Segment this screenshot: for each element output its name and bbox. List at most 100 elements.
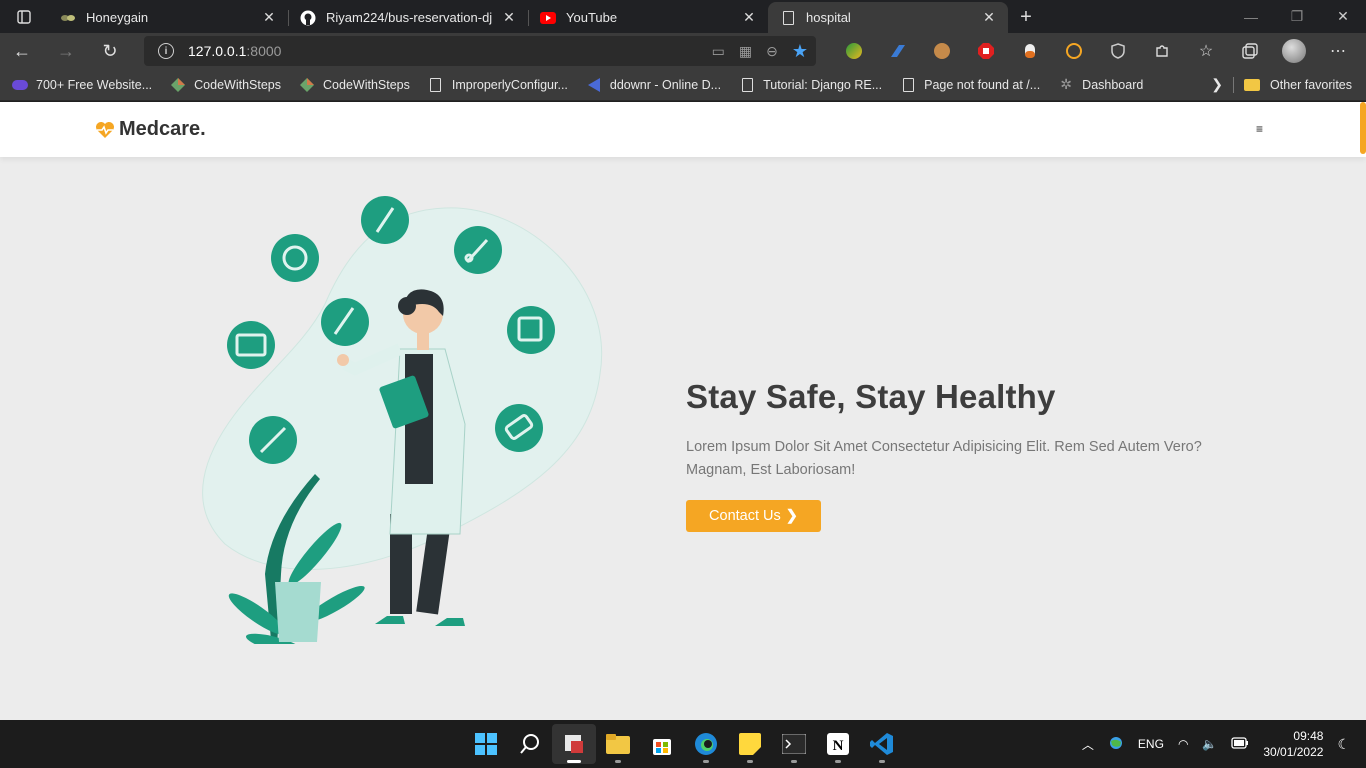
extensions-puzzle-icon[interactable] <box>1140 36 1184 66</box>
refresh-button[interactable]: ↻ <box>88 33 132 69</box>
search-icon[interactable] <box>508 724 552 764</box>
favorite-label: Dashboard <box>1082 77 1144 92</box>
other-favorites-link[interactable]: Other favorites <box>1270 78 1352 92</box>
app-available-icon[interactable]: ▭ <box>712 43 725 60</box>
browser-toolbar: ← → ↻ i 127.0.0.1:8000 ▭ ▦ ⊖ ★ ☆ ⋯ <box>0 33 1366 69</box>
windows-taskbar: N ︿ ENG ◠ 🔈 09:48 30/01/2022 ☾ <box>0 720 1366 768</box>
tab-title: YouTube <box>566 10 618 25</box>
url-host: 127.0.0.1 <box>188 43 247 59</box>
clock[interactable]: 09:48 30/01/2022 <box>1263 728 1323 760</box>
adblock-icon[interactable] <box>964 36 1008 66</box>
tab-title: Riyam224/bus-reservation-dj <box>326 10 493 25</box>
doctor-illustration <box>202 196 603 644</box>
contact-us-label: Contact Us <box>709 508 781 524</box>
qr-code-icon[interactable]: ▦ <box>739 43 752 60</box>
site-logo[interactable]: Medcare. <box>95 118 206 141</box>
new-tab-button[interactable]: + <box>1008 2 1044 33</box>
tab-title: Honeygain <box>86 10 149 25</box>
honeygain-icon <box>60 10 76 26</box>
hero-title: Stay Safe, Stay Healthy <box>686 378 1056 415</box>
svg-text:N: N <box>833 738 844 754</box>
chevron-right-icon[interactable]: ❯ <box>1211 76 1223 93</box>
chevron-up-icon[interactable]: ︿ <box>1082 736 1094 753</box>
sticky-notes-icon[interactable] <box>728 724 772 764</box>
favorite-label: 700+ Free Website... <box>36 77 153 92</box>
wifi-icon[interactable]: ◠ <box>1178 737 1188 751</box>
terminal-icon[interactable] <box>772 724 816 764</box>
page-icon <box>780 10 796 26</box>
file-explorer-icon[interactable] <box>596 724 640 764</box>
favorites-bar: 700+ Free Website... CodeWithSteps CodeW… <box>0 69 1366 101</box>
favorites-icon[interactable]: ☆ <box>1184 36 1228 66</box>
contact-us-button[interactable]: Contact Us ❯ <box>686 500 821 532</box>
tab-title: hospital <box>806 10 851 25</box>
shield-icon[interactable] <box>1096 36 1140 66</box>
language-indicator[interactable]: ENG <box>1138 737 1164 751</box>
menu-toggle-button[interactable]: ≡ <box>1256 122 1263 136</box>
ddownr-icon <box>586 77 602 93</box>
favorite-star-icon[interactable]: ★ <box>792 41 808 62</box>
close-icon[interactable]: ✕ <box>740 9 758 27</box>
extension-arrow-icon[interactable] <box>876 36 920 66</box>
youtube-icon <box>540 10 556 26</box>
zoom-icon[interactable]: ⊖ <box>766 43 778 60</box>
favorite-item[interactable]: Page not found at /... <box>900 77 1040 93</box>
site-info-icon[interactable]: i <box>158 43 174 59</box>
close-icon[interactable]: ✕ <box>980 9 998 27</box>
gear-icon: ✲ <box>1060 76 1073 92</box>
favorite-item[interactable]: 700+ Free Website... <box>12 77 152 93</box>
address-bar[interactable]: i 127.0.0.1:8000 ▭ ▦ ⊖ ★ <box>144 36 816 66</box>
battery-icon[interactable] <box>1231 736 1249 752</box>
extension-globe-icon[interactable] <box>832 36 876 66</box>
vscode-icon[interactable] <box>860 724 904 764</box>
tab-actions-icon[interactable] <box>0 0 48 33</box>
favorite-item[interactable]: CodeWithSteps <box>170 77 281 93</box>
scrollbar-thumb[interactable] <box>1360 102 1366 154</box>
clock-time: 09:48 <box>1293 729 1324 743</box>
tab-youtube[interactable]: YouTube ✕ <box>528 2 768 33</box>
favorite-item[interactable]: ImproperlyConfigur... <box>428 77 568 93</box>
moon-icon[interactable]: ☾ <box>1337 736 1350 753</box>
tab-honeygain[interactable]: Honeygain ✕ <box>48 2 288 33</box>
volume-icon[interactable]: 🔈 <box>1202 737 1217 751</box>
page-icon <box>428 77 444 93</box>
favorite-label: CodeWithSteps <box>323 77 410 92</box>
tab-hospital[interactable]: hospital ✕ <box>768 2 1008 33</box>
diamond-icon <box>299 77 315 93</box>
start-button[interactable] <box>464 724 508 764</box>
close-icon[interactable]: ✕ <box>500 9 518 27</box>
extension-sun-icon[interactable] <box>1052 36 1096 66</box>
url-port: :8000 <box>246 43 282 59</box>
microsoft-store-icon[interactable] <box>640 724 684 764</box>
favorite-label: ImproperlyConfigur... <box>451 77 568 92</box>
collections-icon[interactable] <box>1228 36 1272 66</box>
site-header: Medcare. ≡ <box>0 102 1366 157</box>
restore-icon[interactable]: ❐ <box>1274 0 1320 33</box>
chevron-right-icon: ❯ <box>785 508 798 524</box>
network-globe-icon[interactable] <box>1108 736 1124 753</box>
hero-description: Lorem Ipsum Dolor Sit Amet Consectetur A… <box>686 439 1202 478</box>
close-icon[interactable]: ✕ <box>260 9 278 27</box>
favorite-item[interactable]: Tutorial: Django RE... <box>739 77 882 93</box>
extension-pill-icon[interactable] <box>1008 36 1052 66</box>
logo-text: Medcare. <box>119 118 206 140</box>
page-icon <box>739 77 755 93</box>
favorite-item[interactable]: ✲ Dashboard <box>1058 76 1144 93</box>
favorite-item[interactable]: ddownr - Online D... <box>586 77 721 93</box>
favorite-item[interactable]: CodeWithSteps <box>299 77 410 93</box>
favorite-label: Page not found at /... <box>924 77 1041 92</box>
edge-browser-icon[interactable] <box>684 724 728 764</box>
more-menu-icon[interactable]: ⋯ <box>1316 36 1360 66</box>
page-viewport: Medcare. ≡ Stay Safe, Stay Healthy Lorem… <box>0 102 1366 720</box>
profile-avatar[interactable] <box>1272 36 1316 66</box>
back-button[interactable]: ← <box>0 33 44 69</box>
forward-button[interactable]: → <box>44 33 88 69</box>
tab-github[interactable]: Riyam224/bus-reservation-dj ✕ <box>288 2 528 33</box>
notion-icon[interactable]: N <box>816 724 860 764</box>
close-window-icon[interactable]: ✕ <box>1320 0 1366 33</box>
cookie-icon[interactable] <box>920 36 964 66</box>
minimize-icon[interactable]: — <box>1228 0 1274 33</box>
snipping-tool-icon[interactable] <box>552 724 596 764</box>
window-controls: — ❐ ✕ <box>1228 0 1366 33</box>
github-icon <box>300 10 316 26</box>
